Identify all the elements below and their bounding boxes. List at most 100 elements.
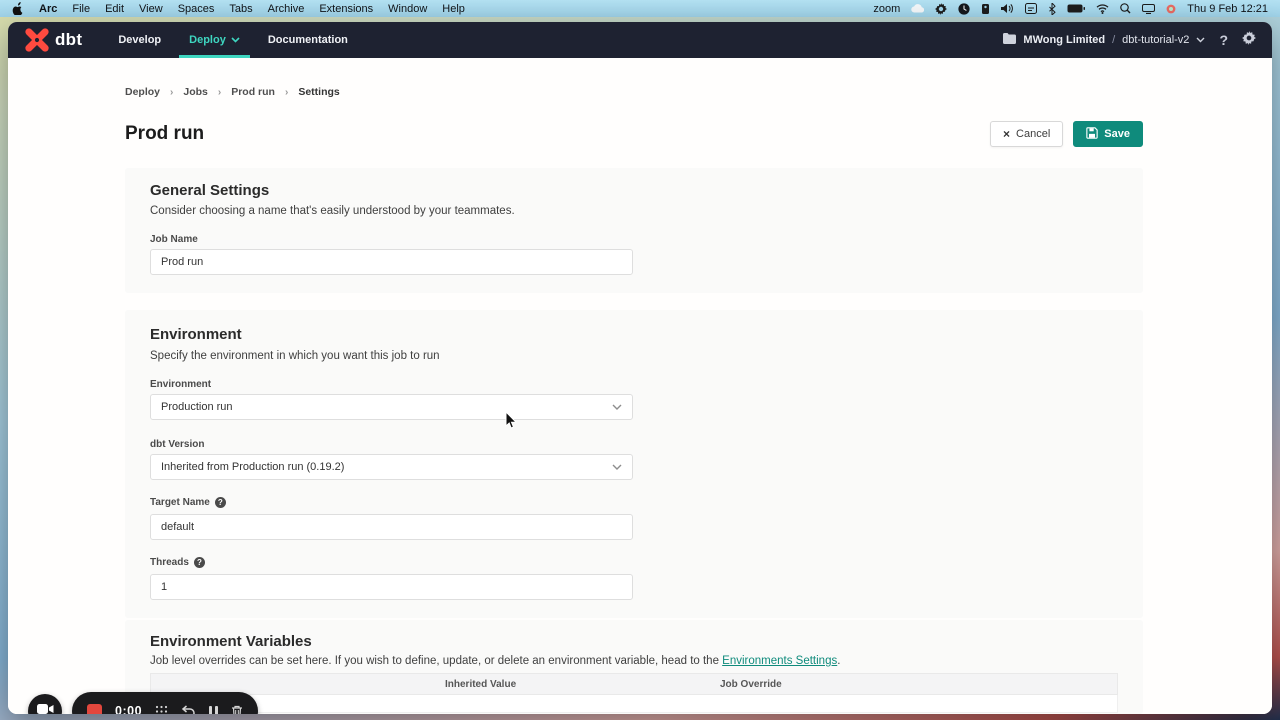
env-vars-desc-text: Job level overrides can be set here. If … xyxy=(150,655,722,667)
battery-app-icon[interactable] xyxy=(981,3,990,15)
help-button[interactable]: ? xyxy=(1219,32,1228,48)
close-icon: × xyxy=(1003,127,1010,141)
battery-icon[interactable] xyxy=(1067,4,1085,13)
screen-recording-indicator-icon[interactable] xyxy=(1166,4,1176,14)
nav-deploy-label: Deploy xyxy=(189,34,226,46)
bluetooth-icon[interactable] xyxy=(1048,3,1056,15)
environments-settings-link[interactable]: Environments Settings xyxy=(722,655,837,667)
breadcrumb-separator: › xyxy=(218,87,221,98)
general-settings-heading: General Settings xyxy=(150,182,269,199)
breadcrumb: Deploy › Jobs › Prod run › Settings xyxy=(125,86,340,98)
spotlight-search-icon[interactable] xyxy=(1120,3,1131,14)
menu-file[interactable]: File xyxy=(72,3,90,15)
menu-view[interactable]: View xyxy=(139,3,163,15)
page-title: Prod run xyxy=(125,123,204,145)
project-name: dbt-tutorial-v2 xyxy=(1122,34,1189,46)
environment-variables-heading: Environment Variables xyxy=(150,633,312,650)
general-settings-section: General Settings Consider choosing a nam… xyxy=(125,168,1143,293)
job-name-input[interactable] xyxy=(150,249,633,275)
environment-variables-section: Environment Variables Job level override… xyxy=(125,620,1143,714)
dbt-navbar: dbt Develop Deploy Documentation MWong L… xyxy=(8,22,1272,58)
folder-icon xyxy=(1003,33,1016,47)
dbt-version-label: dbt Version xyxy=(150,439,204,450)
display-mirroring-icon[interactable] xyxy=(1142,4,1155,14)
environment-variables-description: Job level overrides can be set here. If … xyxy=(150,655,840,667)
env-vars-table-header: Inherited Value Job Override xyxy=(150,673,1118,695)
restart-recording-icon[interactable] xyxy=(181,705,196,714)
macos-menubar: Arc File Edit View Spaces Tabs Archive E… xyxy=(0,0,1280,17)
menu-window[interactable]: Window xyxy=(388,3,427,15)
chevron-down-icon xyxy=(1196,34,1205,46)
chevron-down-icon xyxy=(231,34,240,46)
settings-gear-icon[interactable] xyxy=(1242,31,1256,50)
account-switcher[interactable]: MWong Limited / dbt-tutorial-v2 xyxy=(1003,33,1205,47)
cancel-label: Cancel xyxy=(1016,128,1050,140)
dbt-logo[interactable]: dbt xyxy=(24,27,82,53)
dbt-version-select[interactable]: Inherited from Production run (0.19.2) xyxy=(150,454,633,480)
breadcrumb-separator: › xyxy=(170,87,173,98)
cloud-status-icon[interactable] xyxy=(911,4,924,13)
org-name: MWong Limited xyxy=(1023,34,1105,46)
job-name-label: Job Name xyxy=(150,234,198,245)
target-name-input[interactable] xyxy=(150,514,633,540)
save-button[interactable]: Save xyxy=(1073,121,1143,147)
browser-window: dbt Develop Deploy Documentation MWong L… xyxy=(8,22,1272,714)
environment-heading: Environment xyxy=(150,326,242,343)
environment-select[interactable]: Production run xyxy=(150,394,633,420)
environment-label: Environment xyxy=(150,379,211,390)
dbt-version-select-value: Inherited from Production run (0.19.2) xyxy=(161,461,344,473)
threads-help-icon[interactable] xyxy=(194,557,205,568)
save-floppy-icon xyxy=(1086,127,1098,142)
menu-edit[interactable]: Edit xyxy=(105,3,124,15)
breadcrumb-jobs[interactable]: Jobs xyxy=(183,86,208,98)
menu-help[interactable]: Help xyxy=(442,3,465,15)
save-label: Save xyxy=(1104,128,1130,140)
menu-archive[interactable]: Archive xyxy=(268,3,305,15)
breadcrumb-deploy[interactable]: Deploy xyxy=(125,86,160,98)
nav-develop[interactable]: Develop xyxy=(108,22,171,58)
environment-select-value: Production run xyxy=(161,401,233,413)
threads-input[interactable] xyxy=(150,574,633,600)
delete-recording-icon[interactable] xyxy=(231,705,243,715)
breadcrumb-prod-run[interactable]: Prod run xyxy=(231,86,275,98)
general-settings-description: Consider choosing a name that's easily u… xyxy=(150,205,515,217)
gear-status-icon[interactable] xyxy=(935,3,947,15)
brand-name: dbt xyxy=(55,30,82,50)
target-name-label: Target Name xyxy=(150,497,226,508)
clock-status-icon[interactable] xyxy=(958,3,970,15)
video-camera-icon xyxy=(37,702,54,714)
menu-arc[interactable]: Arc xyxy=(39,3,57,15)
calendar-status-icon[interactable] xyxy=(1025,3,1037,14)
pause-recording-icon[interactable] xyxy=(209,706,218,715)
menubar-clock[interactable]: Thu 9 Feb 12:21 xyxy=(1187,3,1268,15)
wifi-icon[interactable] xyxy=(1096,4,1109,14)
org-project-separator: / xyxy=(1112,34,1115,46)
apple-menu-icon[interactable] xyxy=(12,2,24,15)
cancel-button[interactable]: × Cancel xyxy=(990,121,1063,147)
target-name-help-icon[interactable] xyxy=(215,497,226,508)
threads-label: Threads xyxy=(150,557,205,568)
column-inherited-value: Inherited Value xyxy=(445,679,516,690)
menu-extensions[interactable]: Extensions xyxy=(319,3,373,15)
zoom-menu-label[interactable]: zoom xyxy=(873,3,900,15)
stop-recording-button[interactable] xyxy=(87,704,102,715)
nav-documentation-label: Documentation xyxy=(268,34,348,46)
environment-description: Specify the environment in which you wan… xyxy=(150,350,440,362)
breadcrumb-settings[interactable]: Settings xyxy=(298,86,339,98)
menu-tabs[interactable]: Tabs xyxy=(229,3,252,15)
nav-deploy[interactable]: Deploy xyxy=(179,22,250,58)
nav-documentation[interactable]: Documentation xyxy=(258,22,358,58)
menu-spaces[interactable]: Spaces xyxy=(178,3,215,15)
env-vars-table-row xyxy=(150,695,1118,713)
chevron-down-icon xyxy=(612,461,622,473)
nav-develop-label: Develop xyxy=(118,34,161,46)
chevron-down-icon xyxy=(612,401,622,413)
column-job-override: Job Override xyxy=(720,679,782,690)
drag-handle-icon[interactable] xyxy=(155,705,168,715)
recording-timer: 0:00 xyxy=(115,704,142,714)
env-vars-desc-period: . xyxy=(837,655,840,667)
settings-page: Deploy › Jobs › Prod run › Settings Prod… xyxy=(8,58,1272,714)
recorder-camera-button[interactable] xyxy=(28,694,62,714)
volume-icon[interactable] xyxy=(1001,3,1014,14)
recorder-toolbar: 0:00 xyxy=(72,692,258,714)
